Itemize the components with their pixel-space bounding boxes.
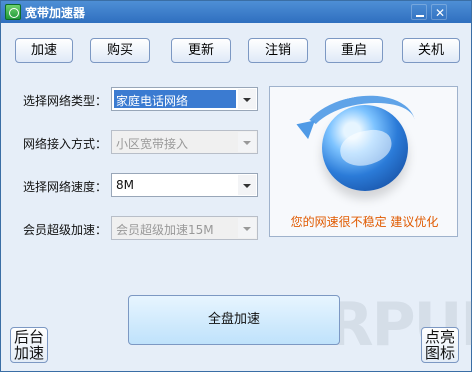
member-speedup-value: 会员超级加速15M (116, 223, 214, 237)
chevron-down-icon (238, 218, 256, 238)
app-icon (5, 4, 21, 20)
member-speedup-select: 会员超级加速15M (111, 216, 258, 240)
full-speedup-button[interactable]: 全盘加速 (128, 295, 340, 345)
background-speedup-label-line1: 后台 (13, 328, 44, 346)
network-speed-select[interactable]: 8M (111, 173, 258, 197)
close-button[interactable] (431, 4, 448, 21)
chevron-down-icon[interactable] (238, 89, 256, 109)
chevron-down-icon (238, 132, 256, 152)
access-mode-label: 网络接入方式： (23, 137, 108, 151)
minimize-button[interactable] (411, 4, 427, 20)
network-type-label: 选择网络类型： (23, 94, 108, 108)
member-speedup-label: 会员超级加速： (23, 223, 108, 237)
buy-button[interactable]: 购买 (90, 38, 150, 63)
logout-button[interactable]: 注销 (248, 38, 308, 63)
network-speed-value: 8M (116, 178, 134, 192)
network-speed-label: 选择网络速度： (23, 180, 108, 194)
background-speedup-label-line2: 加速 (13, 344, 44, 362)
shutdown-button[interactable]: 关机 (402, 38, 460, 63)
app-window: 宽带加速器 加速 购买 更新 注销 重启 关机 选择网络类型： 家庭电话网络 网… (0, 0, 472, 372)
access-mode-value: 小区宽带接入 (116, 137, 189, 151)
title-bar[interactable]: 宽带加速器 (1, 1, 471, 23)
globe-icon (322, 105, 408, 191)
tray-icon-button[interactable]: 点亮 图标 (421, 327, 459, 363)
tray-icon-label-line1: 点亮 (424, 328, 455, 346)
status-panel: 您的网速很不稳定 建议优化 (269, 85, 458, 237)
chevron-down-icon[interactable] (238, 175, 256, 195)
tray-icon-label-line2: 图标 (424, 344, 455, 362)
network-type-select[interactable]: 家庭电话网络 (111, 87, 258, 111)
background-speedup-button[interactable]: 后台 加速 (10, 327, 48, 363)
network-type-value: 家庭电话网络 (114, 90, 236, 108)
access-mode-select: 小区宽带接入 (111, 130, 258, 154)
network-status-message: 您的网速很不稳定 建议优化 (290, 215, 439, 229)
restart-button[interactable]: 重启 (325, 38, 383, 63)
speedup-button[interactable]: 加速 (15, 38, 73, 63)
window-title: 宽带加速器 (25, 6, 86, 20)
update-button[interactable]: 更新 (171, 38, 231, 63)
